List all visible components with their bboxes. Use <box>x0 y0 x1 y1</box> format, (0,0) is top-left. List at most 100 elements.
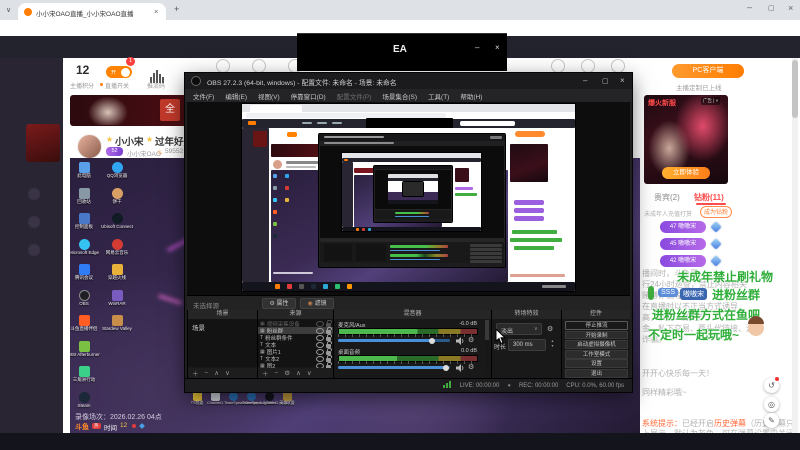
live-toggle[interactable]: 开 <box>106 66 132 78</box>
settings-button[interactable]: 设置 <box>565 359 628 369</box>
speaker-icon[interactable] <box>456 337 465 345</box>
mixer-scrollbar[interactable] <box>485 320 489 375</box>
toolbar-icon[interactable] <box>252 59 266 73</box>
mixer-header[interactable]: 混音器 <box>334 310 491 319</box>
desktop-icon[interactable]: Logitech G HUB <box>260 392 287 405</box>
desktop-icon[interactable]: 斗鱼直播伴侣 <box>70 315 102 332</box>
mixer-ch2-gear-icon[interactable]: ⚙ <box>468 363 474 371</box>
rail-avatar[interactable] <box>28 244 40 256</box>
controls-header[interactable]: 控件 <box>562 310 630 319</box>
streamer-avatar[interactable] <box>77 134 102 159</box>
desktop-icon[interactable]: WinRAR <box>99 289 135 306</box>
properties-button[interactable]: ⚙ 属性 <box>262 298 296 309</box>
scene-item[interactable]: 场景 <box>192 322 205 332</box>
lock-icon[interactable] <box>326 319 332 327</box>
mixer-ch1-gear-icon[interactable]: ⚙ <box>468 336 474 344</box>
menu-view[interactable]: 视图(V) <box>258 91 280 101</box>
desktop-icon[interactable]: 回收站 <box>70 187 102 205</box>
desktop-icon[interactable]: 控制面板 <box>70 213 102 230</box>
desktop-icon[interactable]: Steam <box>70 391 102 408</box>
browser-tab[interactable]: 小小宋OAO直播_小小宋OAO直播 × <box>18 3 166 20</box>
stop-streaming-button[interactable]: 停止推流 <box>565 321 628 330</box>
desktop-icon[interactable]: MSI Afterburner <box>70 340 102 357</box>
transitions-header[interactable]: 转场特效 <box>492 310 561 319</box>
desktop-icon[interactable]: 饼干 <box>99 187 135 205</box>
sidebar-ad[interactable]: 爆火新服 广告 | × 立即体验 <box>644 95 728 184</box>
window-minimize-button[interactable]: – <box>747 2 752 12</box>
menu-docks[interactable]: 停靠窗口(D) <box>291 91 326 101</box>
toolbar-icon[interactable] <box>216 59 230 73</box>
desktop-icon[interactable]: TeamSpeak 3 Client <box>242 392 276 405</box>
lock-icon[interactable] <box>326 333 332 341</box>
rail-avatar[interactable] <box>28 216 40 228</box>
virtual-camera-button[interactable]: 启动虚拟摄像机 <box>565 340 628 349</box>
menu-scene-collection[interactable]: 场景集合(S) <box>382 91 417 101</box>
lock-icon[interactable] <box>326 347 332 355</box>
toolbar-icon[interactable] <box>551 59 565 73</box>
transition-gear-icon[interactable]: ⚙ <box>547 325 553 333</box>
eye-icon[interactable] <box>316 327 324 334</box>
tab-vip[interactable]: 贵宾(2) <box>654 192 680 203</box>
desktop-icon[interactable]: 网易云音乐 <box>99 238 135 256</box>
speaker-icon[interactable] <box>456 364 465 372</box>
become-fan-button[interactable]: 成为钻粉 <box>700 206 732 218</box>
desktop-icon[interactable]: 穿越火线 <box>99 264 135 281</box>
desktop-icon[interactable]: Microsoft Edge <box>70 238 102 255</box>
window-close-button[interactable]: × <box>788 3 793 13</box>
scenes-header[interactable]: 场景 <box>188 310 257 319</box>
lock-icon[interactable] <box>326 354 332 362</box>
stream-code-waveform-icon[interactable] <box>150 65 165 83</box>
filters-button[interactable]: ◉ 滤镜 <box>300 298 334 309</box>
exit-button[interactable]: 退出 <box>565 369 628 378</box>
obs-minimize-icon[interactable]: – <box>583 76 587 85</box>
obs-close-icon[interactable]: × <box>620 76 625 85</box>
obs-preview[interactable] <box>187 102 630 295</box>
menu-tools[interactable]: 工具(T) <box>428 91 449 101</box>
page-scrollbar[interactable] <box>792 58 798 433</box>
ad-cta-button[interactable]: 立即体验 <box>662 167 710 179</box>
mixer-ch1-knob[interactable] <box>429 337 435 344</box>
desktop-icon[interactable]: Stardew Valley <box>99 315 135 331</box>
desktop-icon[interactable]: Ubisoft Connect <box>99 213 135 229</box>
duration-field[interactable]: 300 ms <box>508 339 546 351</box>
desktop-icon[interactable]: 腾讯会议 <box>70 264 102 281</box>
desktop-icon[interactable]: 三角洲行动 <box>70 366 102 383</box>
close-tab-icon[interactable]: × <box>154 7 158 16</box>
refresh-chat-button[interactable]: ↺ <box>764 377 779 393</box>
eye-icon[interactable] <box>316 320 324 327</box>
menu-profile[interactable]: 配置文件(P) <box>337 91 372 101</box>
tab-search-chevron-icon[interactable]: ∨ <box>6 6 11 14</box>
obs-titlebar[interactable]: OBS 27.2.3 (64-bit, windows) - 配置文件: 未命名… <box>185 73 632 89</box>
desktop-icon[interactable]: TeamSpeak Overlay <box>224 392 258 405</box>
lock-icon[interactable] <box>326 326 332 334</box>
scenes-list[interactable]: 场景 <box>188 319 257 367</box>
ea-window[interactable]: EA – × <box>297 33 507 71</box>
scrollbar-thumb[interactable] <box>792 60 798 118</box>
lock-icon[interactable] <box>326 340 332 348</box>
new-tab-button[interactable]: + <box>174 4 179 14</box>
sources-list[interactable]: ▣ 视频采集设备 ▦ 粉丝群 T 粉丝群条件 T 文本 ▦ 图片1 T 文本2 ▦ 图2 <box>258 319 333 370</box>
toolbar-icon[interactable] <box>581 59 595 73</box>
eye-icon[interactable] <box>316 334 324 341</box>
menu-help[interactable]: 帮助(H) <box>460 91 482 101</box>
ad-tag-close[interactable]: 广告 | × <box>701 97 721 105</box>
eye-icon[interactable] <box>316 341 324 348</box>
tab-diamond-fans[interactable]: 钻粉(11) <box>694 192 724 203</box>
rail-promo-banner[interactable] <box>26 124 60 162</box>
window-maximize-button[interactable]: ▢ <box>768 4 775 12</box>
mixer-ch2-knob[interactable] <box>443 364 449 371</box>
duration-spinner[interactable]: ▲ ▼ <box>548 339 557 351</box>
desktop-icon[interactable]: Channel1 <box>206 392 224 405</box>
desktop-icon[interactable]: 英雄联盟 <box>278 392 296 406</box>
block-button[interactable]: ◎ <box>764 397 779 412</box>
rail-avatar[interactable] <box>28 188 40 200</box>
pc-client-button[interactable]: PC客户端 <box>672 64 744 78</box>
obs-maximize-icon[interactable]: ▢ <box>602 77 609 85</box>
danmaku-settings-button[interactable]: ✎ <box>764 413 779 428</box>
eye-icon[interactable] <box>316 355 324 362</box>
start-recording-button[interactable]: 开始录制 <box>565 330 628 340</box>
eye-icon[interactable] <box>316 348 324 355</box>
sources-header[interactable]: 来源 <box>258 310 333 319</box>
scenes-tools[interactable]: ＋ − ∧ ∨ <box>188 368 257 378</box>
ea-minimize-icon[interactable]: – <box>475 43 479 52</box>
